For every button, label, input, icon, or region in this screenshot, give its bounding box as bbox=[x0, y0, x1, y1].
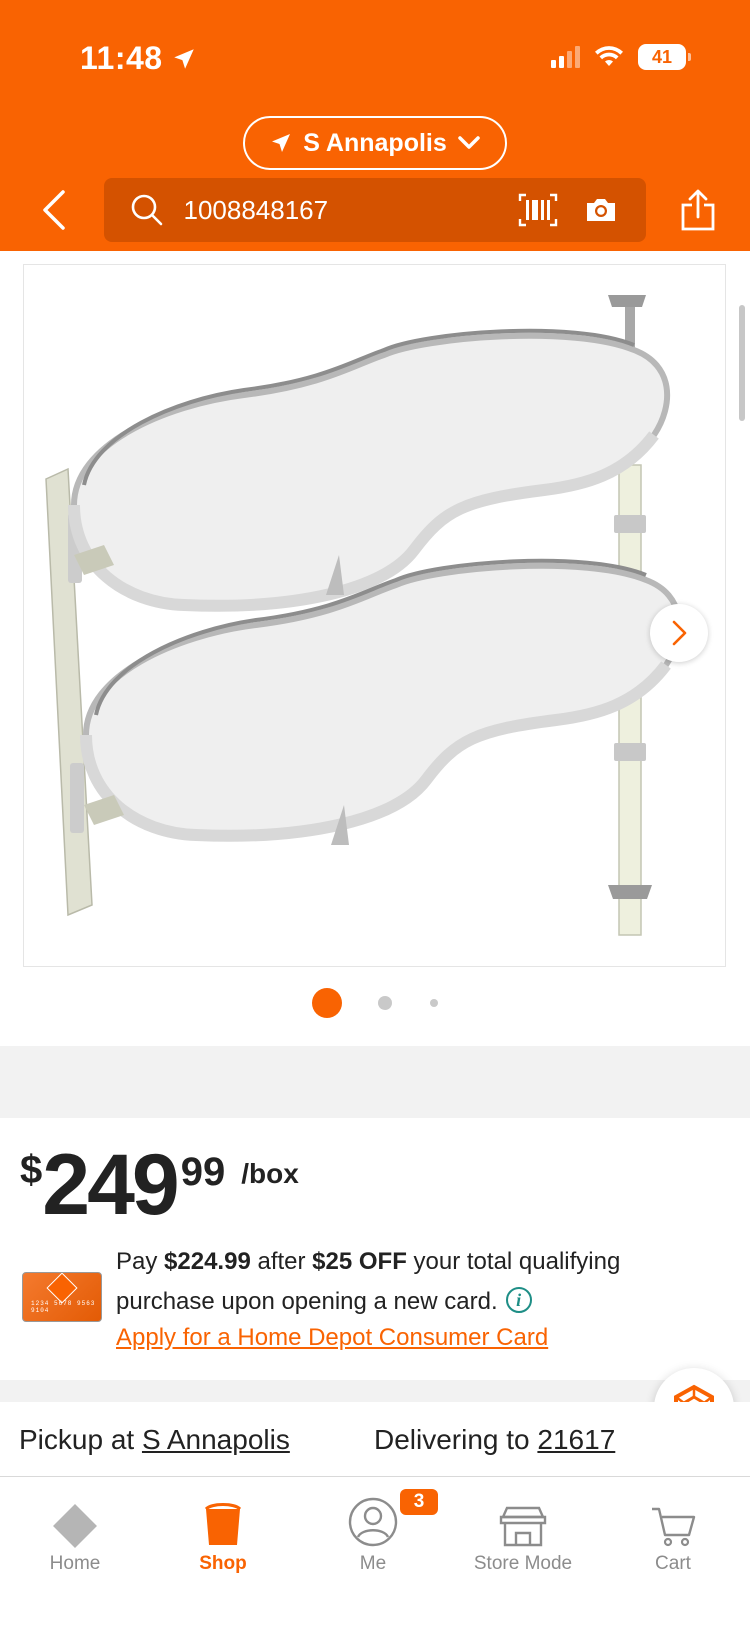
delivery-label: Delivering to bbox=[374, 1424, 538, 1455]
cart-icon bbox=[650, 1489, 696, 1547]
cellular-signal-icon bbox=[551, 46, 580, 68]
offer-discount: $25 OFF bbox=[312, 1248, 407, 1275]
offer-pay-prefix: Pay bbox=[116, 1248, 165, 1275]
search-icon bbox=[128, 191, 165, 229]
pagination-dot-active[interactable] bbox=[312, 988, 342, 1018]
app-header: 11:48 41 S Annapolis bbox=[0, 0, 750, 251]
pickup-info: Pickup at S Annapolis bbox=[19, 1424, 290, 1456]
user-icon: 3 bbox=[348, 1489, 438, 1547]
pagination-dot[interactable] bbox=[430, 999, 438, 1007]
credit-card-image: 1234 5678 9563 9104 bbox=[22, 1272, 102, 1322]
bottom-tab-bar: Home Shop 3 Me Store Mode Cart bbox=[0, 1476, 750, 1631]
store-icon bbox=[498, 1489, 548, 1547]
tab-label: Shop bbox=[199, 1553, 247, 1574]
battery-icon: 41 bbox=[638, 44, 691, 70]
chevron-right-icon bbox=[672, 620, 687, 646]
search-input[interactable] bbox=[183, 194, 519, 226]
apply-card-link[interactable]: Apply for a Home Depot Consumer Card bbox=[116, 1324, 548, 1352]
location-arrow-icon bbox=[173, 48, 194, 69]
tab-label: Me bbox=[359, 1553, 387, 1574]
delivery-info: Delivering to 21617 bbox=[374, 1424, 615, 1456]
offer-discounted-price: $224.99 bbox=[164, 1248, 251, 1275]
tab-me[interactable]: 3 Me bbox=[298, 1489, 448, 1575]
card-offer-text: Pay $224.99 after $25 OFF your total qua… bbox=[116, 1242, 716, 1322]
tab-home[interactable]: Home bbox=[0, 1489, 150, 1575]
status-bar-time: 11:48 bbox=[80, 40, 197, 77]
wifi-icon bbox=[595, 46, 623, 66]
info-icon[interactable]: i bbox=[505, 1287, 532, 1313]
tab-cart[interactable]: Cart bbox=[598, 1489, 748, 1575]
tab-label: Home bbox=[49, 1553, 101, 1574]
chevron-left-icon bbox=[43, 190, 65, 230]
section-divider bbox=[0, 1046, 750, 1118]
product-price: $ 249 99 /box bbox=[20, 1142, 299, 1228]
back-button[interactable] bbox=[34, 186, 74, 234]
delivery-zip-link[interactable]: 21617 bbox=[537, 1424, 615, 1455]
price-unit: /box bbox=[241, 1158, 299, 1189]
clock-text: 11:48 bbox=[80, 40, 163, 76]
store-selector[interactable]: S Annapolis bbox=[243, 116, 507, 170]
pickup-label: Pickup at bbox=[19, 1424, 142, 1455]
home-depot-logo-icon bbox=[46, 1273, 78, 1304]
home-depot-logo-icon bbox=[53, 1489, 97, 1548]
tab-shop[interactable]: Shop bbox=[148, 1489, 298, 1575]
camera-icon[interactable] bbox=[584, 194, 620, 226]
tab-store-mode[interactable]: Store Mode bbox=[448, 1489, 598, 1575]
share-icon bbox=[681, 189, 715, 231]
battery-level: 41 bbox=[651, 46, 673, 67]
pickup-store-link[interactable]: S Annapolis bbox=[142, 1424, 290, 1455]
store-name: S Annapolis bbox=[303, 128, 447, 157]
status-icons: 41 bbox=[551, 44, 691, 70]
image-scroll-indicator bbox=[739, 305, 745, 421]
image-pagination bbox=[0, 988, 750, 1018]
price-cents: 99 bbox=[180, 1150, 226, 1194]
offer-after: after bbox=[250, 1248, 313, 1275]
next-image-button[interactable] bbox=[650, 604, 708, 662]
notification-badge: 3 bbox=[400, 1489, 438, 1515]
fulfillment-row: Pickup at S Annapolis Delivering to 2161… bbox=[0, 1402, 750, 1476]
card-number: 1234 5678 9563 9104 bbox=[31, 1300, 96, 1314]
chevron-down-icon bbox=[458, 136, 480, 149]
pagination-dot[interactable] bbox=[378, 996, 392, 1010]
location-arrow-icon bbox=[272, 134, 291, 152]
section-divider bbox=[0, 1380, 750, 1402]
product-image[interactable] bbox=[23, 264, 726, 967]
product-image-gallery[interactable] bbox=[0, 251, 750, 1046]
tab-label: Cart bbox=[655, 1553, 691, 1574]
bucket-icon bbox=[203, 1489, 243, 1547]
search-bar[interactable] bbox=[104, 178, 646, 242]
share-button[interactable] bbox=[676, 186, 720, 234]
tab-label: Store Mode bbox=[473, 1553, 573, 1574]
price-currency: $ bbox=[20, 1148, 43, 1192]
price-dollars: 249 bbox=[42, 1137, 179, 1233]
barcode-scan-icon[interactable] bbox=[518, 192, 558, 228]
